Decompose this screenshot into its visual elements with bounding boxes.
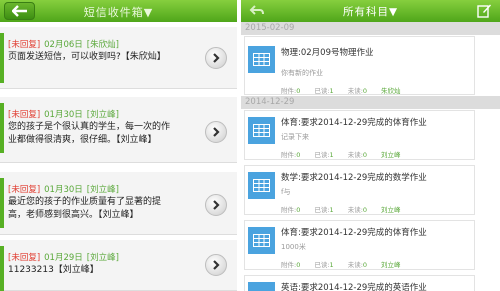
homework-preview: f与 — [281, 188, 291, 196]
read-count: 1 — [329, 87, 334, 95]
message-date: 01月30日 — [44, 185, 83, 195]
read-label: 已读: — [314, 87, 330, 95]
read-count: 1 — [329, 206, 334, 214]
message-item[interactable]: [未回复] 01月30日 [刘立峰] 您的孩子是个很认真的学生，每一次的作业都做得很… — [0, 97, 237, 163]
message-body: 11233213【刘立峰】 — [8, 265, 99, 275]
message-header: [未回复] 01月30日 [刘立峰] — [8, 183, 119, 195]
attachment-count: 0 — [296, 87, 301, 95]
message-date: 01月29日 — [44, 253, 83, 263]
teacher-name: 刘立峰 — [381, 151, 401, 159]
message-header: [未回复] 02月06日 [朱欣灿] — [8, 38, 119, 50]
read-count: 1 — [329, 151, 334, 159]
compose-button[interactable] — [477, 3, 492, 22]
homework-stats: 附件:0 已读:1 未读:0 朱欣灿 — [281, 85, 401, 95]
teacher-name: 朱欣灿 — [381, 87, 401, 95]
open-message-button[interactable] — [205, 254, 227, 276]
attachment-count: 0 — [296, 206, 301, 214]
message-status: [未回复] — [8, 40, 41, 50]
message-body: 最近您的孩子的作业质量有了显著的提高，老师感到很高兴。【刘立峰】 — [8, 197, 162, 220]
attachment-label: 附件: — [281, 87, 297, 95]
homework-preview: 你有新的作业 — [281, 69, 323, 77]
attachment-label: 附件: — [281, 261, 297, 269]
document-table-icon — [248, 172, 275, 199]
document-table-icon — [248, 282, 275, 291]
message-date: 01月30日 — [44, 110, 83, 120]
message-item[interactable]: [未回复] 01月30日 [刘立峰] 最近您的孩子的作业质量有了显著的提高，老师感到… — [0, 172, 237, 235]
inbox-top-bar: 短信收件箱▼ — [0, 0, 237, 22]
message-status: [未回复] — [8, 110, 41, 120]
read-count: 1 — [329, 261, 334, 269]
open-message-button[interactable] — [205, 194, 227, 216]
homework-title: 英语:要求2014-12-29完成的英语作业 — [281, 283, 427, 291]
message-header: [未回复] 01月29日 [刘立峰] — [8, 251, 119, 263]
homework-card[interactable]: 英语:要求2014-12-29完成的英语作业 — [244, 275, 475, 291]
message-accent-bar — [0, 246, 4, 291]
message-sender: [刘立峰] — [86, 110, 119, 120]
attachment-label: 附件: — [281, 151, 297, 159]
message-status: [未回复] — [8, 253, 41, 263]
teacher-name: 刘立峰 — [381, 261, 401, 269]
homework-title: 数学:要求2014-12-29完成的数学作业 — [281, 173, 427, 183]
homework-card[interactable]: 体育:要求2014-12-29完成的体育作业 记录下来 附件:0 已读:1 未读:0… — [244, 110, 475, 160]
homework-screen: 所有科目▼ 2015-02-09 物理:02月09号物理作业 你有新的作业 附件… — [241, 0, 500, 291]
document-table-icon — [248, 117, 275, 144]
date-group-header: 2014-12-29 — [241, 96, 500, 109]
attachment-count: 0 — [296, 151, 301, 159]
homework-preview: 1000米 — [281, 243, 306, 251]
document-table-icon — [248, 46, 275, 73]
inbox-title[interactable]: 短信收件箱▼ — [0, 4, 237, 20]
edit-icon — [477, 4, 491, 18]
homework-card[interactable]: 物理:02月09号物理作业 你有新的作业 附件:0 已读:1 未读:0 朱欣灿 — [244, 36, 475, 95]
inbox-screen: 短信收件箱▼ [未回复] 02月06日 [朱欣灿] 页面发送短信，可以收到吗?【朱欣… — [0, 0, 237, 291]
homework-stats: 附件:0 已读:1 未读:0 刘立峰 — [281, 259, 401, 269]
message-sender: [刘立峰] — [86, 253, 119, 263]
open-message-button[interactable] — [205, 47, 227, 69]
attachment-count: 0 — [296, 261, 301, 269]
message-body: 页面发送短信，可以收到吗?【朱欣灿】 — [8, 52, 166, 62]
message-accent-bar — [0, 103, 4, 153]
message-body: 您的孩子是个很认真的学生，每一次的作业都做得很清爽，很仔细。【刘立峰】 — [8, 122, 171, 145]
unread-count: 0 — [362, 151, 368, 159]
read-label: 已读: — [314, 261, 330, 269]
unread-label: 未读: — [347, 87, 363, 95]
chevron-right-icon — [213, 53, 220, 63]
homework-stats: 附件:0 已读:1 未读:0 刘立峰 — [281, 204, 401, 214]
message-item[interactable]: [未回复] 02月06日 [朱欣灿] 页面发送短信，可以收到吗?【朱欣灿】 — [0, 27, 237, 89]
homework-title: 体育:要求2014-12-29完成的体育作业 — [281, 118, 427, 128]
homework-title: 体育:要求2014-12-29完成的体育作业 — [281, 228, 427, 238]
unread-label: 未读: — [347, 151, 363, 159]
unread-label: 未读: — [347, 261, 363, 269]
message-item[interactable]: [未回复] 01月29日 [刘立峰] 11233213【刘立峰】 — [0, 240, 237, 291]
unread-count: 0 — [362, 261, 368, 269]
chevron-right-icon — [213, 260, 220, 270]
chevron-right-icon — [213, 200, 220, 210]
document-table-icon — [248, 227, 275, 254]
homework-top-bar: 所有科目▼ — [241, 0, 500, 22]
homework-preview: 记录下来 — [281, 133, 309, 141]
homework-card[interactable]: 数学:要求2014-12-29完成的数学作业 f与 附件:0 已读:1 未读:0 刘立… — [244, 165, 475, 215]
read-label: 已读: — [314, 206, 330, 214]
unread-label: 未读: — [347, 206, 363, 214]
message-sender: [朱欣灿] — [86, 40, 119, 50]
teacher-name: 刘立峰 — [381, 206, 401, 214]
message-accent-bar — [0, 33, 4, 83]
homework-stats: 附件:0 已读:1 未读:0 刘立峰 — [281, 149, 401, 159]
message-status: [未回复] — [8, 185, 41, 195]
subject-filter-title[interactable]: 所有科目▼ — [241, 4, 500, 19]
open-message-button[interactable] — [205, 121, 227, 143]
date-group-header: 2015-02-09 — [241, 22, 500, 35]
homework-title: 物理:02月09号物理作业 — [281, 48, 374, 58]
homework-card[interactable]: 体育:要求2014-12-29完成的体育作业 1000米 附件:0 已读:1 未读:… — [244, 220, 475, 270]
unread-count: 0 — [362, 87, 368, 95]
read-label: 已读: — [314, 151, 330, 159]
chevron-right-icon — [213, 127, 220, 137]
unread-count: 0 — [362, 206, 368, 214]
attachment-label: 附件: — [281, 206, 297, 214]
message-sender: [刘立峰] — [86, 185, 119, 195]
message-accent-bar — [0, 178, 4, 228]
message-header: [未回复] 01月30日 [刘立峰] — [8, 108, 119, 120]
message-date: 02月06日 — [44, 40, 83, 50]
